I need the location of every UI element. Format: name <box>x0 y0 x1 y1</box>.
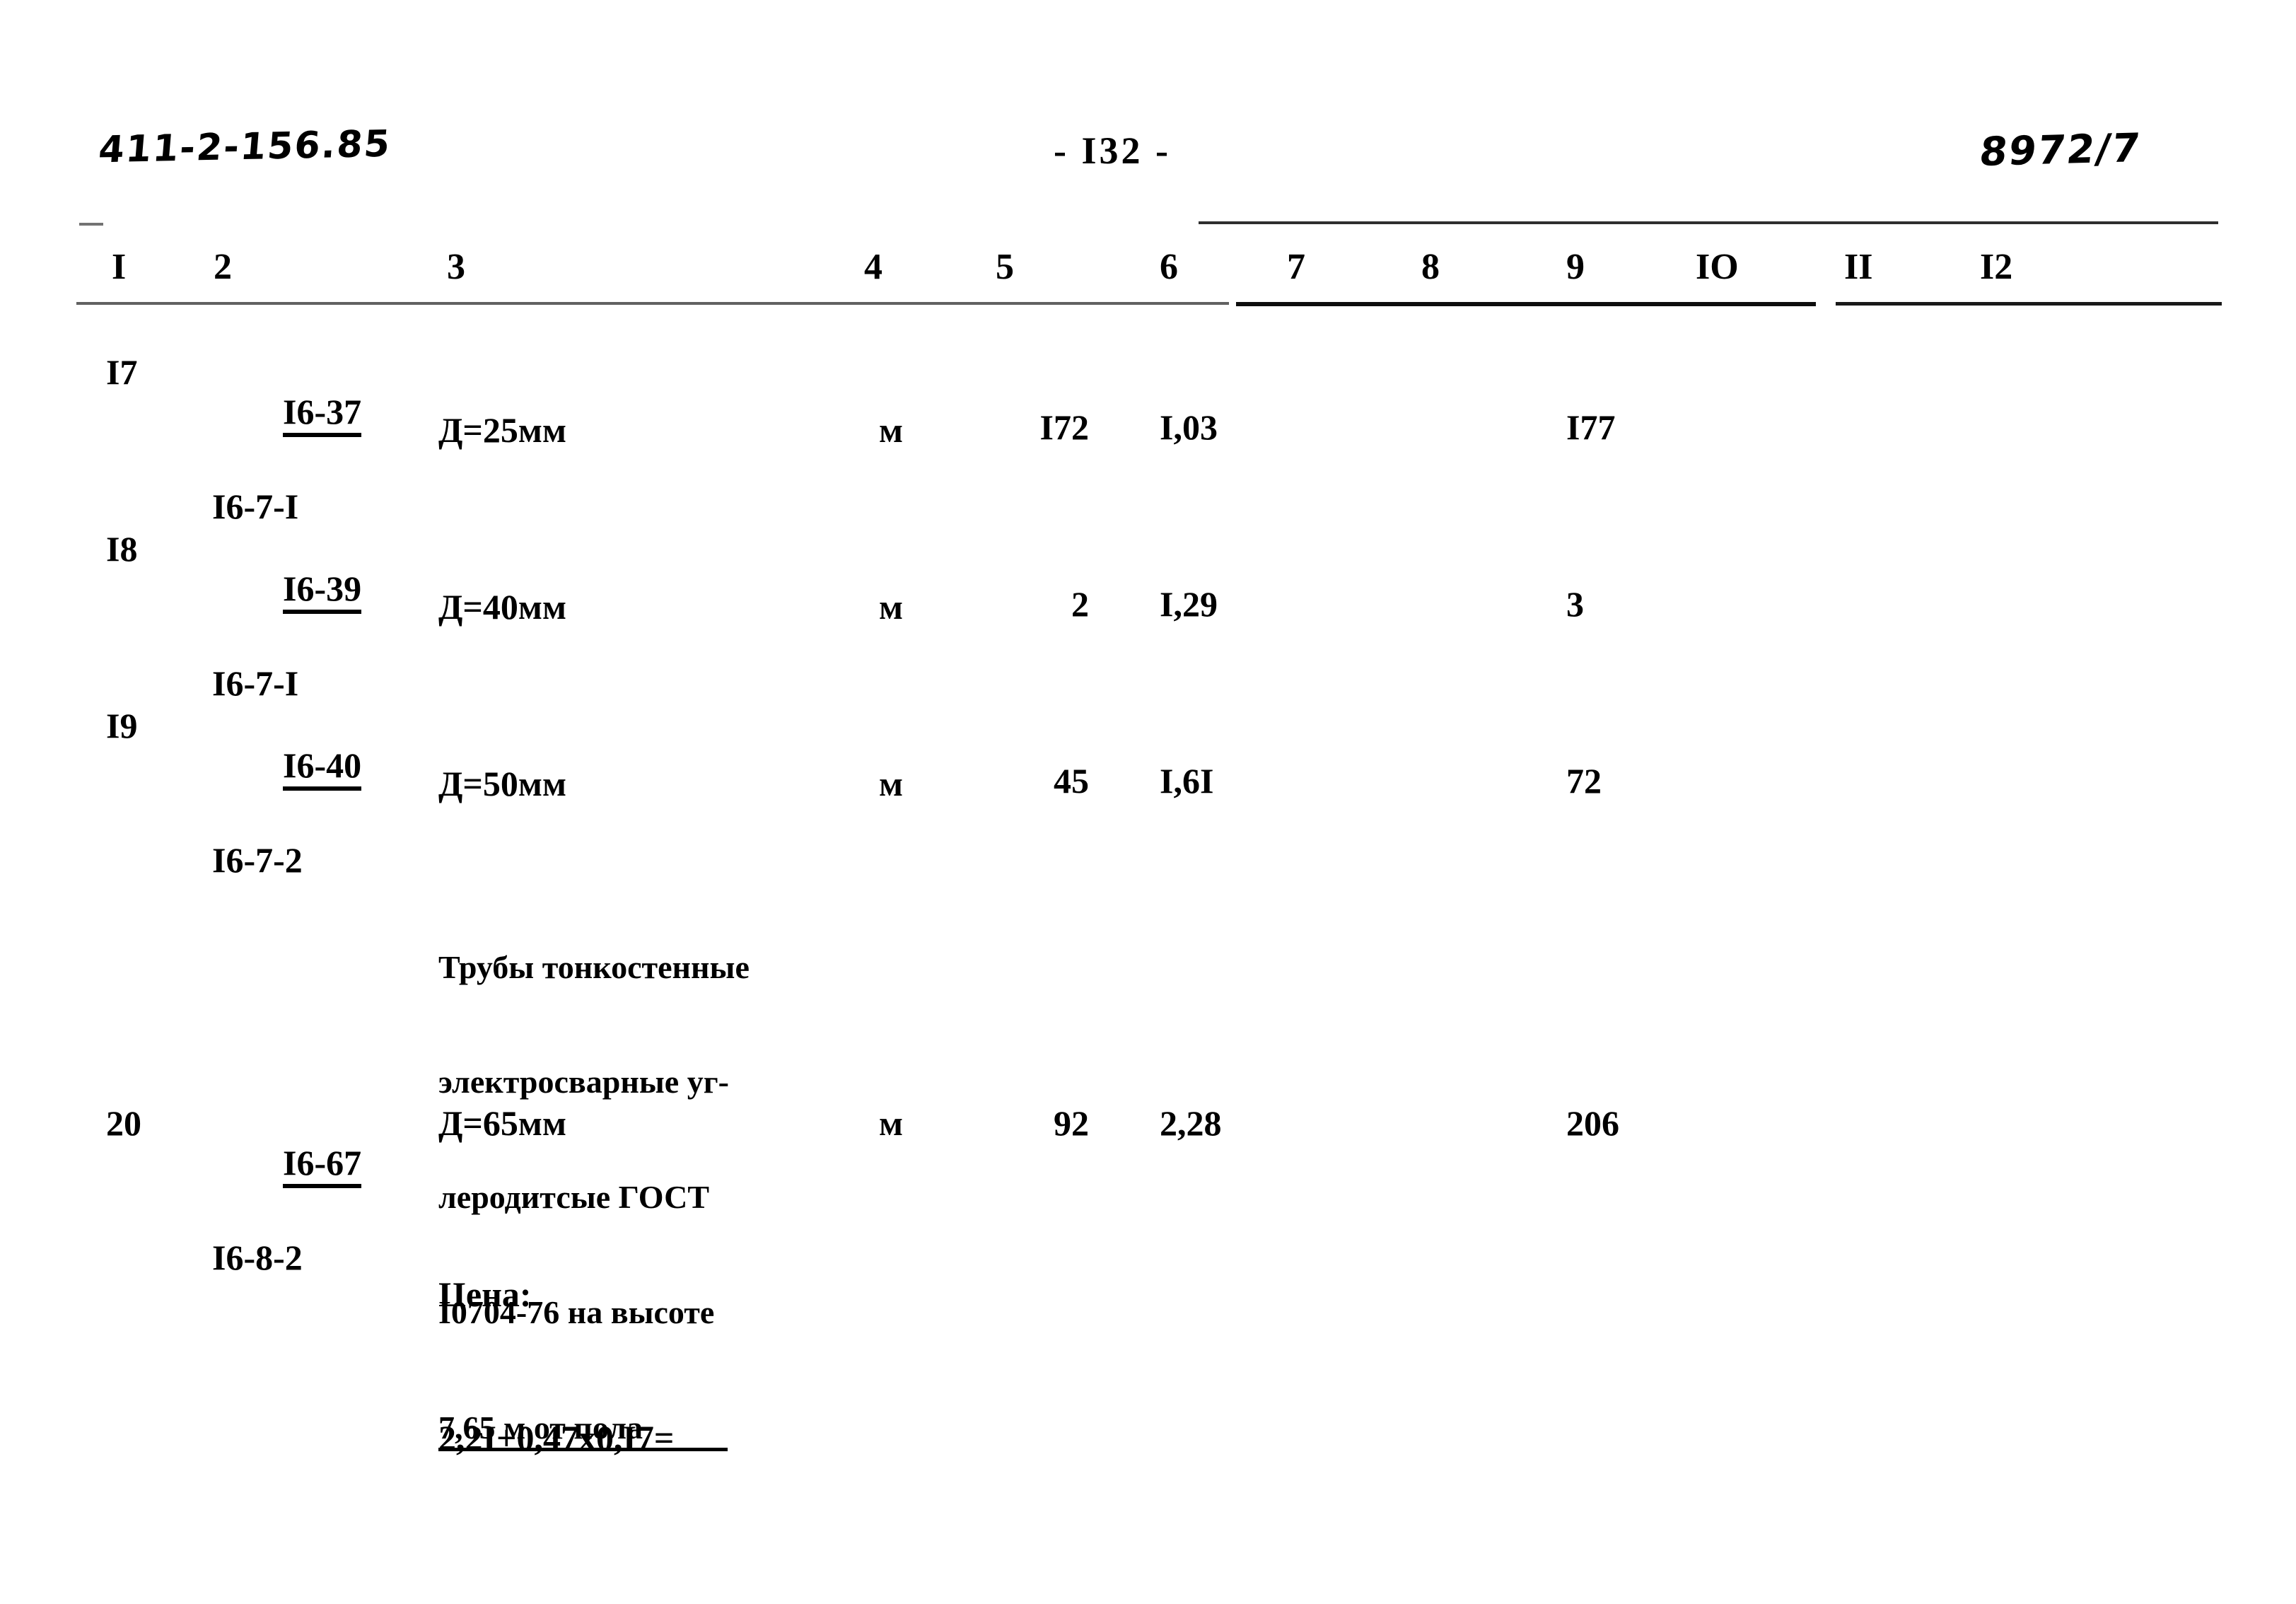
row-description: Д=50мм <box>438 764 567 803</box>
row-price: 2,28 <box>1160 1103 1222 1143</box>
row-number: I9 <box>106 706 138 745</box>
row-price: I,29 <box>1160 584 1218 624</box>
row-description: Д=65мм <box>438 1103 567 1143</box>
row-quantity: 45 <box>1054 761 1089 801</box>
row-quantity: I72 <box>1039 407 1089 447</box>
row-unit: м <box>878 764 904 803</box>
row-quantity: 92 <box>1054 1103 1089 1143</box>
row-total: I77 <box>1566 407 1616 447</box>
row-number: 20 <box>106 1103 141 1143</box>
row-code-bottom: I6-7-I <box>212 663 299 703</box>
row-code: I6-40 I6-7-2 <box>212 706 403 959</box>
row-code-top: I6-40 <box>283 745 362 791</box>
scanned-page: 411-2-156.85 - I32 - 8972/7 I 2 3 4 5 6 … <box>0 0 2296 1604</box>
row-number: I7 <box>106 352 138 392</box>
row-total: 72 <box>1566 761 1602 801</box>
price-note: Цена: 2,2I+0,47x0,I7= <box>438 1175 674 1557</box>
row-code-top: I6-39 <box>283 569 362 614</box>
row-description: Д=40мм <box>438 587 567 627</box>
row-unit: м <box>878 410 904 450</box>
row-description: Д=25мм <box>438 410 567 450</box>
row-code-bottom: I6-8-2 <box>212 1238 303 1277</box>
row-total: 206 <box>1566 1103 1619 1143</box>
section-heading-line-2: электросварные уг- <box>438 1064 729 1100</box>
table-body: I7 I6-37 I6-7-I Д=25мм м I72 I,03 I77 I8… <box>0 0 2296 1604</box>
row-quantity: 2 <box>1071 584 1089 624</box>
row-total: 3 <box>1566 584 1584 624</box>
scan-edge <box>0 0 10 1604</box>
row-price: I,03 <box>1160 407 1218 447</box>
row-unit: м <box>878 1103 904 1143</box>
row-price: I,6I <box>1160 761 1214 801</box>
row-unit: м <box>878 587 904 627</box>
row-code-top: I6-67 <box>283 1143 362 1188</box>
row-code: I6-67 I6-8-2 <box>212 1103 403 1356</box>
section-heading-line-1: Трубы тонкостенные <box>438 948 750 985</box>
row-code-top: I6-37 <box>283 392 362 437</box>
price-note-label: Цена: <box>438 1274 532 1314</box>
row-code-bottom: I6-7-2 <box>212 840 303 880</box>
row-code-bottom: I6-7-I <box>212 487 299 526</box>
price-note-formula: 2,2I+0,47x0,I7= <box>438 1417 675 1458</box>
row-number: I8 <box>106 529 138 569</box>
